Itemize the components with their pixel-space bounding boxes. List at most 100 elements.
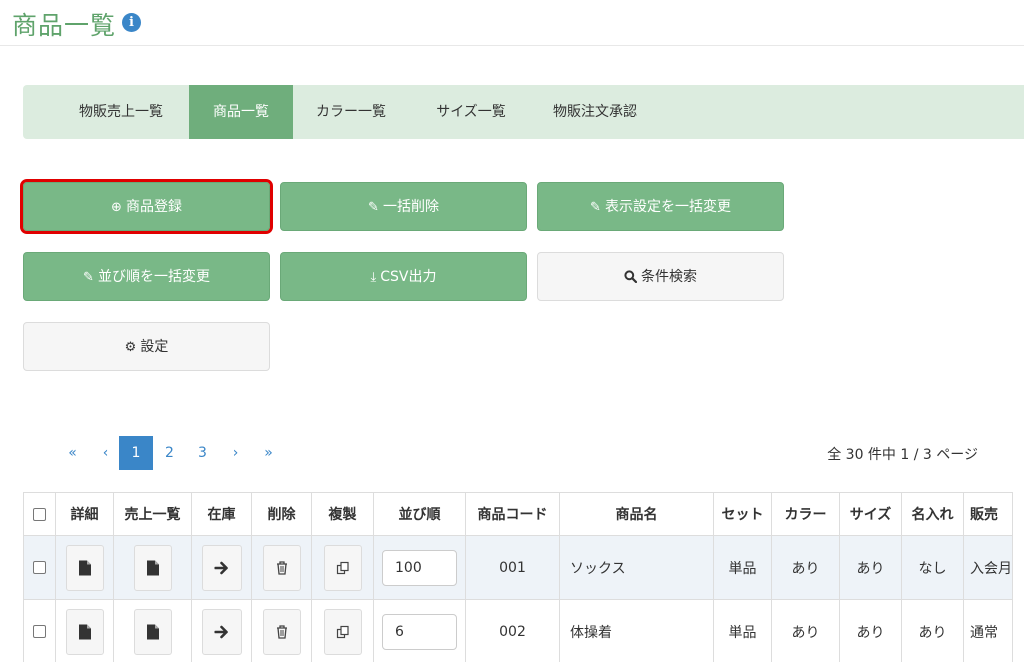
set-cell: 単品 (713, 599, 772, 662)
detail-cell (55, 599, 114, 662)
arrow-right-icon (214, 625, 228, 638)
delete-button[interactable] (262, 544, 301, 591)
plus-circle-icon: ⊕ (111, 200, 122, 215)
bulk-display-setting-button[interactable]: ✎ 表示設定を一括変更 (537, 182, 784, 231)
col-header-size: サイズ (839, 492, 902, 536)
row-checkbox[interactable] (33, 561, 46, 574)
info-circle-icon[interactable]: i (122, 13, 141, 32)
stock-cell (191, 599, 252, 662)
sales-list-button[interactable] (133, 544, 172, 591)
delete-button[interactable] (262, 608, 301, 655)
table-header-row: 詳細 売上一覧 在庫 削除 複製 並び順 商品コード 商品名 セット カラー サ… (23, 492, 1013, 536)
col-header-set: セット (713, 492, 772, 536)
select-all-checkbox[interactable] (33, 507, 46, 521)
detail-button[interactable] (65, 544, 104, 591)
detail-cell (55, 535, 114, 600)
tab-size-list[interactable]: サイズ一覧 (409, 85, 533, 139)
trash-icon (276, 624, 287, 639)
name-cell: ソックス (559, 535, 714, 600)
tab-color-list[interactable]: カラー一覧 (293, 85, 409, 139)
register-product-button[interactable]: ⊕ 商品登録 (20, 179, 273, 234)
tab-product-list[interactable]: 商品一覧 (189, 85, 293, 139)
bulk-order-button[interactable]: ✎ 並び順を一括変更 (23, 252, 270, 301)
table-row: 100 001 ソックス 単品 あり あり なし 入会月 (23, 535, 1013, 600)
name-cell: 体操着 (559, 599, 714, 662)
bulk-delete-label: 一括削除 (382, 199, 439, 215)
page-info: 全 30 件中 1 / 3 ページ (827, 447, 978, 463)
delete-cell (251, 599, 312, 662)
last-page-link[interactable]: » (252, 436, 285, 470)
condition-search-button[interactable]: 条件検索 (537, 252, 784, 301)
col-header-delete: 削除 (251, 492, 312, 536)
download-icon: ⤓ (370, 270, 377, 285)
col-header-code: 商品コード (465, 492, 560, 536)
col-header-order: 並び順 (373, 492, 466, 536)
bulk-order-label: 並び順を一括変更 (97, 269, 210, 285)
size-cell: あり (839, 535, 902, 600)
col-header-sales-type: 販売 (963, 492, 1013, 536)
bulk-delete-button[interactable]: ✎ 一括削除 (280, 182, 527, 231)
row-select-cell (23, 535, 56, 600)
copy-icon (336, 561, 349, 574)
product-table: 詳細 売上一覧 在庫 削除 複製 並び順 商品コード 商品名 セット カラー サ… (23, 492, 1013, 662)
stock-cell (191, 535, 252, 600)
page-link-1[interactable]: 1 (119, 436, 153, 470)
code-cell: 002 (465, 599, 560, 662)
pencil-icon: ✎ (83, 270, 94, 285)
pencil-icon: ✎ (368, 200, 379, 215)
order-cell: 6 (373, 599, 466, 662)
page-link-2[interactable]: 2 (153, 436, 186, 470)
tab-sales-list[interactable]: 物販売上一覧 (53, 85, 189, 139)
col-header-stock: 在庫 (191, 492, 252, 536)
col-header-naire: 名入れ (901, 492, 964, 536)
register-product-label: 商品登録 (125, 199, 182, 215)
csv-export-label: CSV出力 (380, 269, 437, 285)
file-icon (78, 624, 91, 639)
order-input[interactable]: 6 (382, 613, 457, 650)
copy-icon (336, 625, 349, 638)
sales-list-button[interactable] (133, 608, 172, 655)
tab-order-approval[interactable]: 物販注文承認 (533, 85, 657, 139)
first-page-link[interactable]: « (56, 436, 89, 470)
naire-cell: あり (901, 599, 964, 662)
set-cell: 単品 (713, 535, 772, 600)
file-icon (146, 560, 159, 575)
page-header: 商品一覧 i (0, 0, 1024, 46)
arrow-right-icon (214, 561, 228, 574)
file-icon (78, 560, 91, 575)
trash-icon (276, 560, 287, 575)
copy-button[interactable] (323, 544, 362, 591)
size-cell: あり (839, 599, 902, 662)
delete-cell (251, 535, 312, 600)
copy-cell (311, 599, 374, 662)
sales-type-cell: 入会月 (963, 535, 1013, 600)
select-all-cell (23, 492, 56, 536)
stock-button[interactable] (201, 544, 242, 591)
col-header-detail: 詳細 (55, 492, 114, 536)
color-cell: あり (771, 599, 840, 662)
table-row: 6 002 体操着 単品 あり あり あり 通常 (23, 599, 1013, 662)
page-title: 商品一覧 (12, 11, 117, 40)
row-checkbox[interactable] (33, 625, 46, 638)
file-icon (146, 624, 159, 639)
gear-icon: ⚙ (124, 340, 137, 355)
col-header-sales: 売上一覧 (113, 492, 192, 536)
csv-export-button[interactable]: ⤓ CSV出力 (280, 252, 527, 301)
bulk-display-setting-label: 表示設定を一括変更 (604, 199, 731, 215)
order-cell: 100 (373, 535, 466, 600)
detail-button[interactable] (65, 608, 104, 655)
order-input[interactable]: 100 (382, 549, 457, 586)
search-icon (624, 253, 638, 302)
page-link-3[interactable]: 3 (186, 436, 219, 470)
col-header-color: カラー (771, 492, 840, 536)
next-page-link[interactable]: › (219, 436, 252, 470)
code-cell: 001 (465, 535, 560, 600)
stock-button[interactable] (201, 608, 242, 655)
prev-page-link[interactable]: ‹ (89, 436, 122, 470)
copy-button[interactable] (323, 608, 362, 655)
settings-button[interactable]: ⚙ 設定 (23, 322, 270, 371)
sales-type-cell: 通常 (963, 599, 1013, 662)
sales-cell (113, 535, 192, 600)
pencil-icon: ✎ (590, 200, 601, 215)
condition-search-label: 条件検索 (641, 269, 697, 285)
